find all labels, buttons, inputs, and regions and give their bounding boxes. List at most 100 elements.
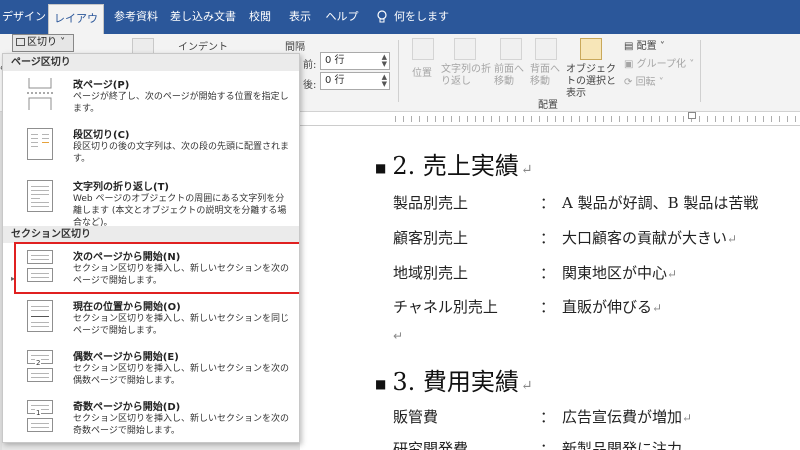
tab-help[interactable]: ヘルプ <box>322 0 362 34</box>
group-divider <box>700 40 701 102</box>
bring-forward-icon[interactable] <box>500 38 522 60</box>
section-break-section-header: セクション区切り <box>3 226 299 243</box>
row-colon: ： <box>540 298 556 316</box>
tab-mailings[interactable]: 差し込み文書 <box>168 0 238 34</box>
row-colon: ： <box>540 229 556 247</box>
ruler-ticks <box>395 116 800 122</box>
menu-item-odd-page[interactable]: 1 奇数ページから開始(D) セクション区切りを挿入し、新しいセクションを次の奇… <box>3 398 299 442</box>
column-break-icon <box>27 128 53 160</box>
menu-item-column-break[interactable]: 段区切り(C) 段区切りの後の文字列は、次の段の先頭に配置されます。 <box>3 126 299 174</box>
tab-design[interactable]: デザイン <box>0 0 48 34</box>
send-backward-button[interactable]: 背面へ移動 <box>530 64 564 88</box>
row-value-text: 大口顧客の貢献が大きい <box>562 229 728 247</box>
row-label: 製品別売上 <box>393 194 469 212</box>
paragraph-mark-icon: ↵ <box>667 267 678 281</box>
menu-item-title: 改ページ(P) <box>73 80 130 91</box>
menu-item-page-break[interactable]: 改ページ(P) ページが終了し、次のページが開始する位置を指定します。 <box>3 76 299 124</box>
tab-review[interactable]: 校閲 <box>242 0 278 34</box>
menu-item-desc: 段区切りの後の文字列は、次の段の先頭に配置されます。 <box>73 142 290 164</box>
menu-item-title: 奇数ページから開始(D) <box>73 402 181 413</box>
wrap-text-icon[interactable] <box>454 38 476 60</box>
menu-item-title: 文字列の折り返し(T) <box>73 182 169 193</box>
row-value: 直販が伸びる↵ <box>562 296 662 317</box>
arrange-group-label: 配置 <box>538 100 558 111</box>
even-page-section-icon: 2 <box>27 350 53 382</box>
group-divider <box>398 40 399 102</box>
tab-layout[interactable]: レイアウト <box>48 4 104 53</box>
text-wrapping-icon <box>27 180 53 212</box>
rotate-button[interactable]: ⟳ 回転 ˅ <box>624 73 664 88</box>
before-spacing-value: 0 行 <box>325 55 345 66</box>
even-page-badge: 2 <box>35 359 42 367</box>
tell-me-search[interactable]: 何をしますか <box>394 0 454 57</box>
heading-costs-text: 3. 費用実績 <box>392 368 519 396</box>
after-spacing-value: 0 行 <box>325 75 345 86</box>
page-break-section-header: ページ区切り <box>3 54 299 71</box>
spinner-arrows-icon[interactable]: ▲ ▼ <box>382 74 387 88</box>
row-label: 販管費 <box>393 408 439 426</box>
row-colon: ： <box>540 440 556 450</box>
row-label: チャネル別売上 <box>393 298 498 316</box>
menu-item-text-wrapping[interactable]: 文字列の折り返し(T) Web ページのオブジェクトの周囲にある文字列を分離しま… <box>3 178 299 228</box>
page-shape <box>27 180 53 212</box>
tab-references[interactable]: 参考資料 <box>108 0 164 34</box>
paragraph-mark-icon: ↵ <box>652 301 663 315</box>
tab-view[interactable]: 表示 <box>282 0 318 34</box>
paragraph-mark-icon: ↵ <box>393 329 404 343</box>
menu-item-desc: セクション区切りを挿入し、新しいセクションを同じページで開始します。 <box>73 314 290 336</box>
paragraph-mark-icon: ↵ <box>682 411 693 425</box>
menu-item-desc: Web ページのオブジェクトの周囲にある文字列を分離します (本文とオブジェクト… <box>73 194 287 228</box>
wrap-text-button[interactable]: 文字列の折り返し <box>441 64 493 88</box>
row-label: 研究開発費 <box>393 440 469 450</box>
continuous-section-icon <box>27 300 53 332</box>
heading-costs: ■ 3. 費用実績 ↵ <box>375 362 533 397</box>
bring-forward-button[interactable]: 前面へ移動 <box>494 64 528 88</box>
menu-item-even-page[interactable]: 2 偶数ページから開始(E) セクション区切りを挿入し、新しいセクションを次の偶… <box>3 348 299 396</box>
row-colon: ： <box>540 194 556 212</box>
before-spacing-input[interactable]: 0 行 ▲ ▼ <box>320 52 390 70</box>
send-backward-icon[interactable] <box>535 38 557 60</box>
row-value-text: 関東地区が中心 <box>562 264 668 282</box>
position-icon[interactable] <box>412 38 434 60</box>
menu-item-title: 現在の位置から開始(O) <box>73 302 181 313</box>
breaks-menu: ページ区切り 改ページ(P) ページが終了し、次のページが開始する位置を指定しま… <box>2 53 300 443</box>
bullet-icon: ■ <box>375 160 387 175</box>
group-label: グループ化 <box>636 59 687 70</box>
page-shape <box>27 368 53 382</box>
after-label: 後: <box>303 80 317 91</box>
indent-label: インデント <box>178 42 228 53</box>
group-button[interactable]: ▣ グループ化 ˅ <box>624 55 694 70</box>
heading-sales-text: 2. 売上実績 <box>392 152 519 180</box>
menu-item-title: 偶数ページから開始(E) <box>73 352 179 363</box>
selection-pane-button[interactable]: オブジェクトの選択と表示 <box>566 64 618 100</box>
odd-page-section-icon: 1 <box>27 400 53 432</box>
selection-highlight <box>14 242 299 294</box>
row-label: 顧客別売上 <box>393 229 469 247</box>
align-button[interactable]: ▤ 配置 ˅ <box>624 37 665 52</box>
menu-item-desc: ページが終了し、次のページが開始する位置を指定します。 <box>73 92 289 114</box>
menu-item-desc: セクション区切りを挿入し、新しいセクションを次の偶数ページで開始します。 <box>73 364 290 386</box>
row-value: 広告宣伝費が増加↵ <box>562 406 692 427</box>
indent-marker-icon[interactable] <box>688 112 696 119</box>
align-label: 配置 <box>636 41 657 52</box>
row-label: 地域別売上 <box>393 264 469 282</box>
paragraph-mark-icon: ↵ <box>727 232 738 246</box>
spacing-label: 間隔 <box>285 42 305 53</box>
selection-pane-icon[interactable] <box>580 38 602 60</box>
row-value: A 製品が好調、B 製品は苦戦 <box>562 194 759 212</box>
page-break-icon <box>16 38 25 46</box>
horizontal-ruler[interactable] <box>300 112 800 126</box>
breaks-button[interactable]: 区切り ˅ <box>12 34 74 52</box>
page-shape <box>27 300 53 332</box>
spinner-arrows-icon[interactable]: ▲ ▼ <box>382 54 387 68</box>
row-colon: ： <box>540 408 556 426</box>
menu-item-continuous[interactable]: 現在の位置から開始(O) セクション区切りを挿入し、新しいセクションを同じページ… <box>3 298 299 346</box>
document-page[interactable]: ■ 2. 売上実績 ↵ 製品別売上 ： A 製品が好調、B 製品は苦戦 顧客別売上 … <box>300 126 800 450</box>
after-spacing-input[interactable]: 0 行 ▲ ▼ <box>320 72 390 90</box>
menu-item-title: 段区切り(C) <box>73 130 130 141</box>
rotate-label: 回転 <box>635 77 656 88</box>
ribbon-tab-bar: デザイン レイアウト 参考資料 差し込み文書 校閲 表示 ヘルプ 何をしますか <box>0 0 800 57</box>
page-break-icon <box>27 78 53 110</box>
position-button[interactable]: 位置 <box>412 64 432 79</box>
row-value-text: 広告宣伝費が増加 <box>562 408 683 426</box>
